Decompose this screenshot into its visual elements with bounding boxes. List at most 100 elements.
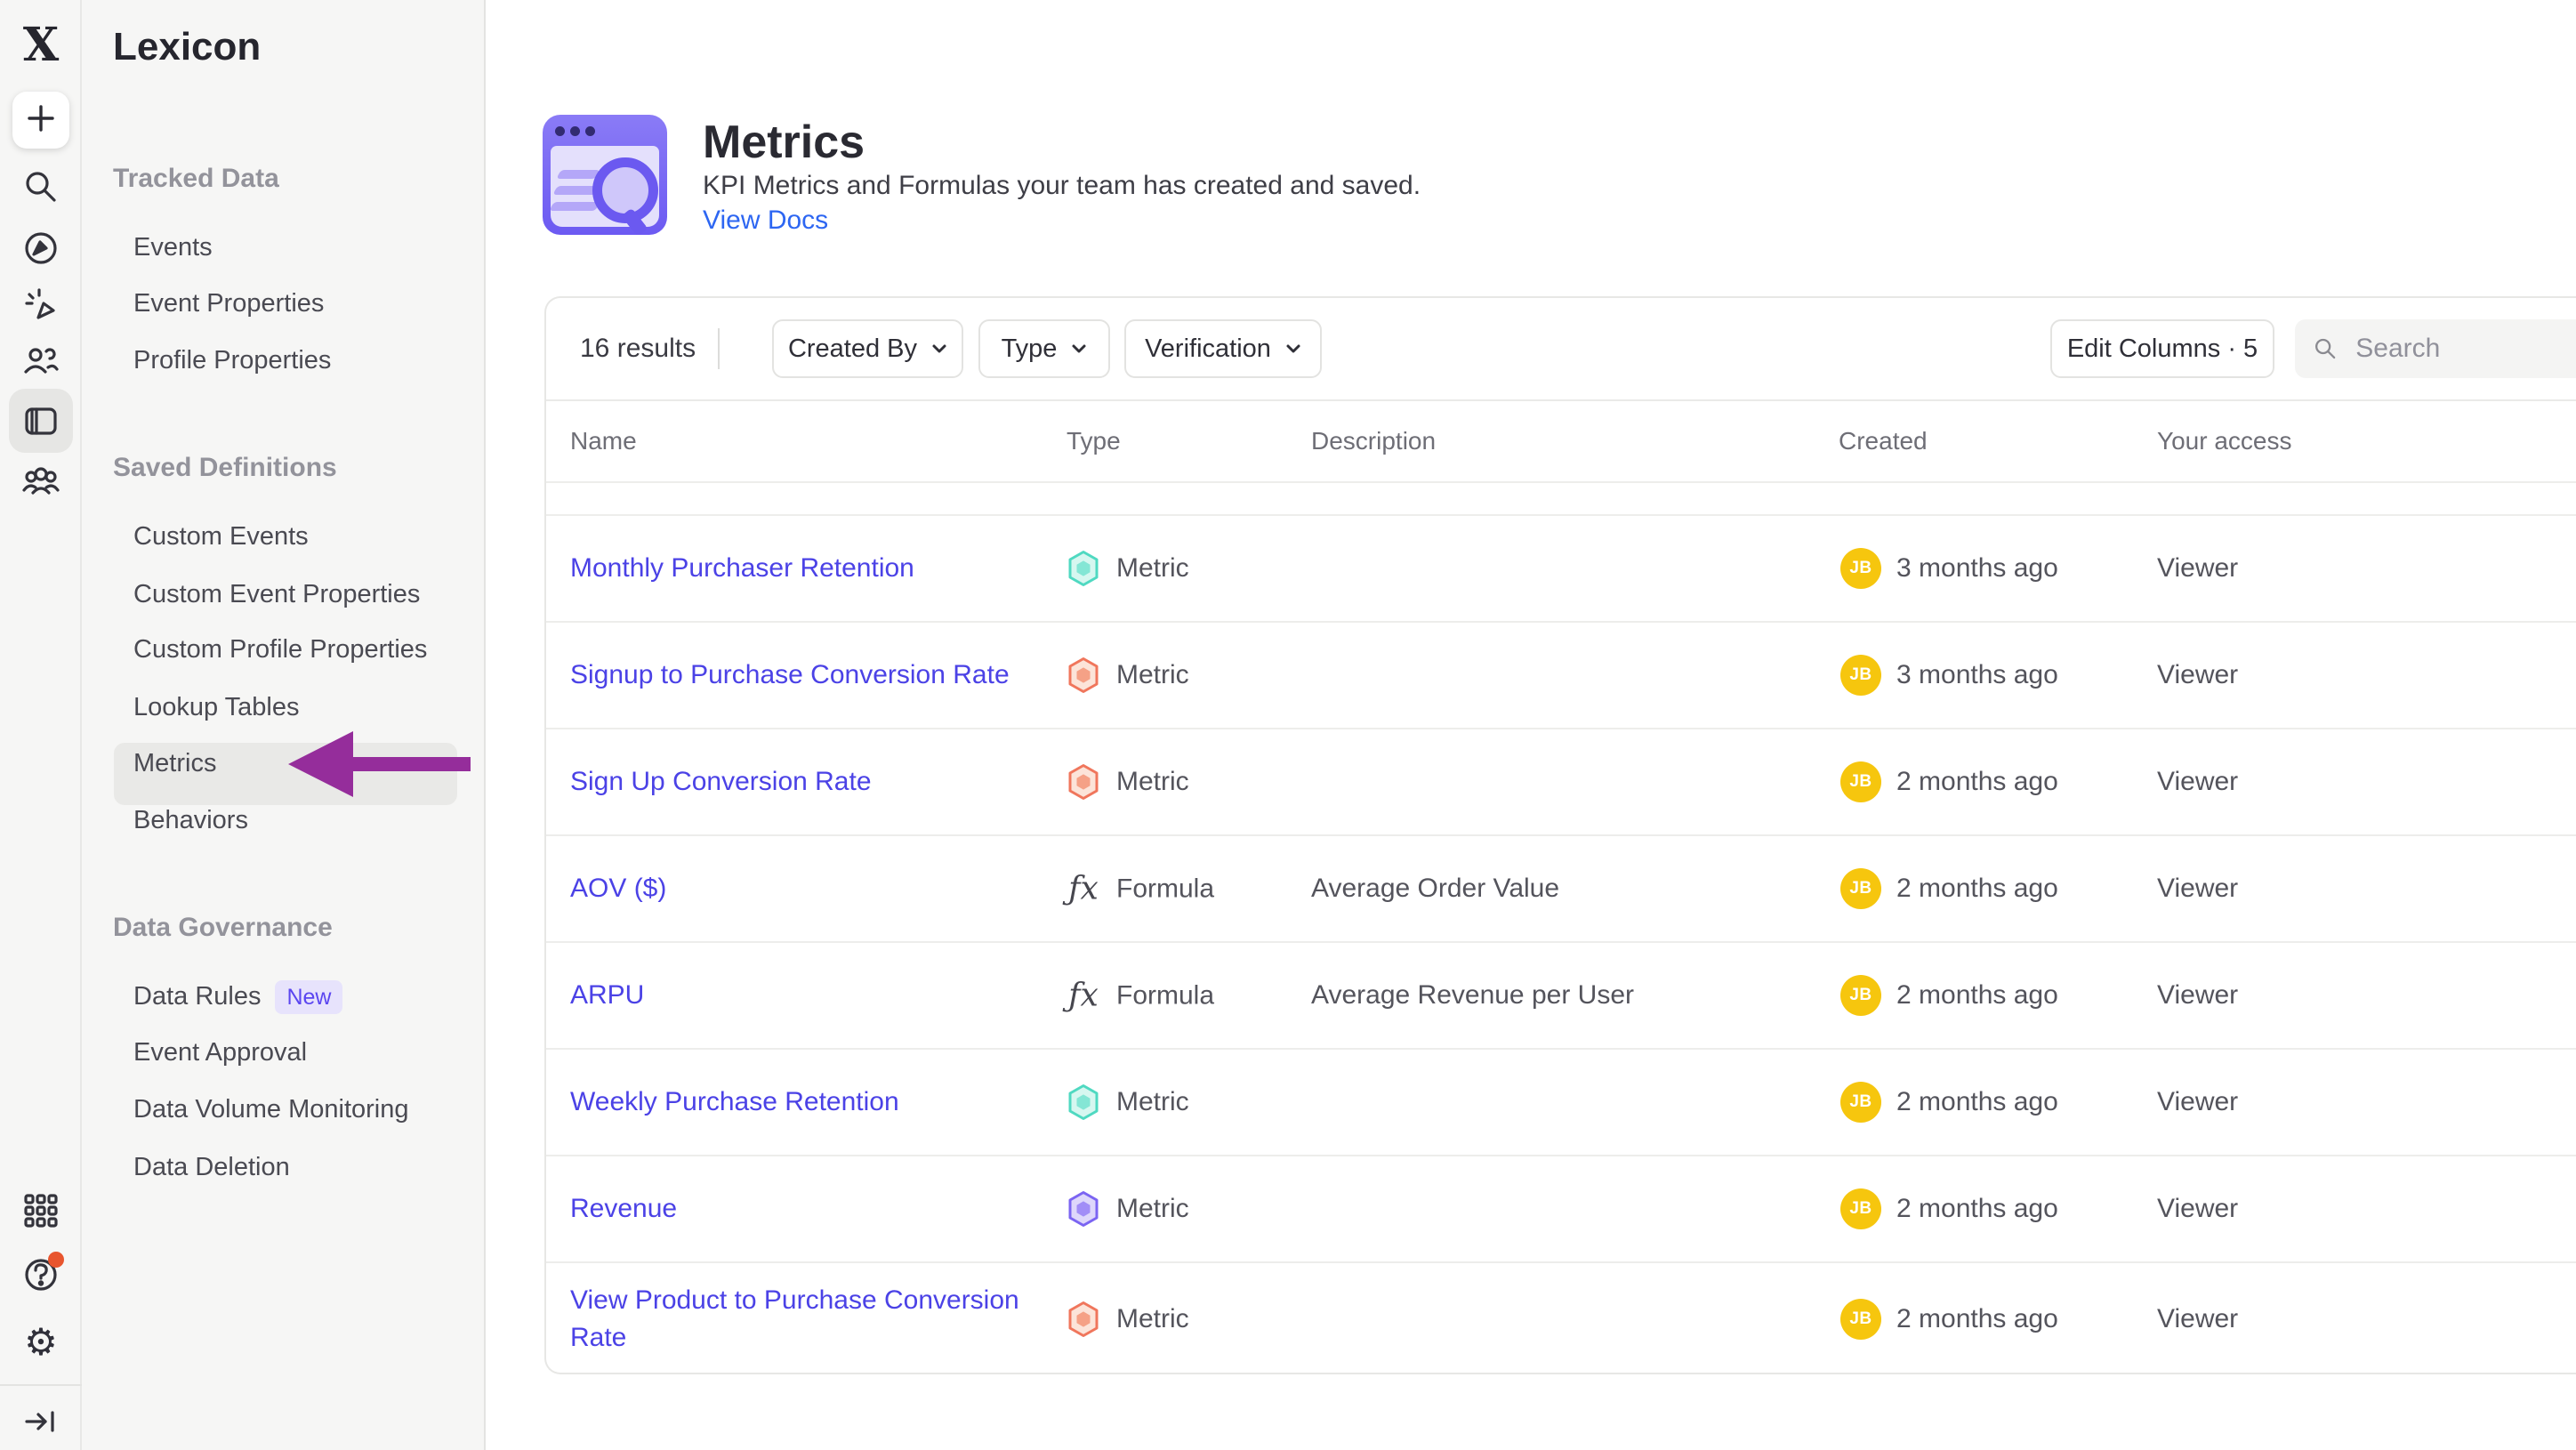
formula-fx-icon: ƒx bbox=[1067, 978, 1100, 1014]
toolbar-divider bbox=[718, 328, 720, 369]
table-header: Name Type Description Created Your acces… bbox=[546, 401, 2576, 483]
filter-label: Created By bbox=[788, 334, 917, 364]
created-cell: JB 2 months ago bbox=[1840, 1188, 2058, 1229]
sidebar-item-lookup-tables[interactable]: Lookup Tables bbox=[133, 693, 300, 722]
avatar: JB bbox=[1840, 761, 1881, 802]
type-cell: Metric bbox=[1067, 550, 1189, 587]
created-time: 2 months ago bbox=[1896, 874, 2058, 904]
chevron-down-icon bbox=[1071, 343, 1087, 354]
table-body: Monthly Purchaser Retention Metric JB 3 … bbox=[546, 516, 2576, 1374]
hexagon-orange-icon bbox=[1067, 657, 1100, 694]
type-cell: Metric bbox=[1067, 1190, 1189, 1228]
sidebar-item-custom-event-properties[interactable]: Custom Event Properties bbox=[133, 580, 420, 609]
type-cell: Metric bbox=[1067, 763, 1189, 801]
table-row: View Product to Purchase Conversion Rate… bbox=[546, 1263, 2576, 1374]
access-value: Viewer bbox=[2157, 1087, 2238, 1117]
created-time: 2 months ago bbox=[1896, 1194, 2058, 1224]
sidebar-item-event-properties[interactable]: Event Properties bbox=[133, 289, 324, 318]
table-toolbar: 16 results Created By Type Verification … bbox=[546, 298, 2576, 401]
cursor-activity-icon[interactable] bbox=[21, 285, 60, 324]
created-cell: JB 2 months ago bbox=[1840, 868, 2058, 909]
avatar: JB bbox=[1840, 975, 1881, 1016]
type-label: Metric bbox=[1116, 553, 1189, 584]
filter-label: Verification bbox=[1145, 334, 1271, 364]
page-title: Metrics bbox=[703, 116, 865, 169]
icon-rail: X ⚙ bbox=[0, 0, 82, 1450]
search-box bbox=[2295, 319, 2576, 378]
type-label: Formula bbox=[1116, 980, 1214, 1011]
table-row: Sign Up Conversion Rate Metric JB 2 mont… bbox=[546, 729, 2576, 836]
table-row: Revenue Metric JB 2 months ago Viewer bbox=[546, 1156, 2576, 1263]
filter-type-button[interactable]: Type bbox=[978, 319, 1110, 378]
metric-name-link[interactable]: Monthly Purchaser Retention bbox=[570, 550, 1074, 587]
metric-name-link[interactable]: Weekly Purchase Retention bbox=[570, 1083, 1074, 1121]
col-created: Created bbox=[1839, 427, 1928, 455]
access-value: Viewer bbox=[2157, 553, 2238, 584]
collapse-sidebar-icon[interactable] bbox=[21, 1402, 60, 1441]
section-saved-definitions: Saved Definitions bbox=[113, 453, 337, 483]
filter-created-by-button[interactable]: Created By bbox=[772, 319, 963, 378]
hexagon-teal-icon bbox=[1067, 550, 1100, 587]
created-cell: JB 3 months ago bbox=[1840, 548, 2058, 589]
sidebar-item-custom-events[interactable]: Custom Events bbox=[133, 522, 309, 552]
access-value: Viewer bbox=[2157, 660, 2238, 690]
formula-fx-icon: ƒx bbox=[1067, 871, 1100, 907]
sidebar-item-custom-profile-properties[interactable]: Custom Profile Properties bbox=[133, 635, 427, 665]
col-your-access: Your access bbox=[2157, 427, 2292, 455]
view-docs-link[interactable]: View Docs bbox=[703, 205, 828, 236]
table-row: Signup to Purchase Conversion Rate Metri… bbox=[546, 623, 2576, 729]
settings-gear-icon[interactable]: ⚙ bbox=[21, 1323, 60, 1362]
users-icon[interactable] bbox=[21, 342, 60, 381]
section-tracked-data: Tracked Data bbox=[113, 164, 279, 194]
sidebar: Lexicon Tracked Data Events Event Proper… bbox=[82, 0, 486, 1450]
metric-name-link[interactable]: View Product to Purchase Conversion Rate bbox=[570, 1282, 1074, 1357]
metrics-table-card: 16 results Created By Type Verification … bbox=[544, 296, 2576, 1374]
type-label: Formula bbox=[1116, 874, 1214, 904]
mixpanel-logo-icon[interactable]: X bbox=[16, 20, 66, 69]
lexicon-page: X ⚙ bbox=[0, 0, 2576, 1450]
created-cell: JB 2 months ago bbox=[1840, 1082, 2058, 1123]
section-data-governance: Data Governance bbox=[113, 913, 333, 943]
plus-icon bbox=[21, 99, 60, 142]
metric-name-link[interactable]: Signup to Purchase Conversion Rate bbox=[570, 657, 1074, 694]
chevron-down-icon bbox=[931, 343, 947, 354]
sidebar-item-profile-properties[interactable]: Profile Properties bbox=[133, 346, 331, 375]
type-label: Metric bbox=[1116, 1194, 1189, 1224]
hexagon-teal-icon bbox=[1067, 1083, 1100, 1121]
filter-label: Type bbox=[1002, 334, 1058, 364]
apps-grid-icon[interactable] bbox=[21, 1191, 60, 1230]
type-cell: ƒx Formula bbox=[1067, 978, 1214, 1014]
type-cell: Metric bbox=[1067, 657, 1189, 694]
sidebar-item-event-approval[interactable]: Event Approval bbox=[133, 1038, 307, 1067]
type-cell: ƒx Formula bbox=[1067, 871, 1214, 907]
sidebar-item-behaviors[interactable]: Behaviors bbox=[133, 806, 248, 835]
table-row: ARPU ƒx Formula Average Revenue per User… bbox=[546, 943, 2576, 1050]
col-name: Name bbox=[570, 427, 637, 455]
help-icon[interactable] bbox=[21, 1255, 60, 1294]
metric-name-link[interactable]: AOV ($) bbox=[570, 870, 1074, 907]
group-icon[interactable] bbox=[21, 462, 60, 501]
sidebar-item-data-rules[interactable]: Data RulesNew bbox=[133, 982, 342, 1011]
sidebar-item-metrics[interactable]: Metrics bbox=[133, 749, 216, 778]
metric-name-link[interactable]: Revenue bbox=[570, 1190, 1074, 1228]
metric-name-link[interactable]: Sign Up Conversion Rate bbox=[570, 763, 1074, 801]
created-time: 2 months ago bbox=[1896, 1087, 2058, 1117]
metric-name-link[interactable]: ARPU bbox=[570, 977, 1074, 1014]
compass-icon[interactable] bbox=[21, 229, 60, 268]
sidebar-item-data-volume-monitoring[interactable]: Data Volume Monitoring bbox=[133, 1095, 409, 1124]
data-rules-label: Data Rules bbox=[133, 982, 261, 1011]
table-row: Weekly Purchase Retention Metric JB 2 mo… bbox=[546, 1050, 2576, 1156]
filter-verification-button[interactable]: Verification bbox=[1124, 319, 1322, 378]
sidebar-item-data-deletion[interactable]: Data Deletion bbox=[133, 1153, 290, 1182]
annotation-arrow bbox=[288, 731, 353, 797]
search-nav-icon[interactable] bbox=[21, 167, 60, 206]
lexicon-panel-icon[interactable] bbox=[21, 401, 60, 440]
sidebar-item-events[interactable]: Events bbox=[133, 233, 213, 262]
create-new-button[interactable] bbox=[12, 92, 69, 149]
created-cell: JB 3 months ago bbox=[1840, 655, 2058, 696]
annotation-arrow-shaft bbox=[350, 757, 471, 771]
search-input[interactable] bbox=[2354, 333, 2576, 365]
created-cell: JB 2 months ago bbox=[1840, 761, 2058, 802]
col-type: Type bbox=[1067, 427, 1121, 455]
edit-columns-button[interactable]: Edit Columns · 5 bbox=[2050, 319, 2274, 378]
